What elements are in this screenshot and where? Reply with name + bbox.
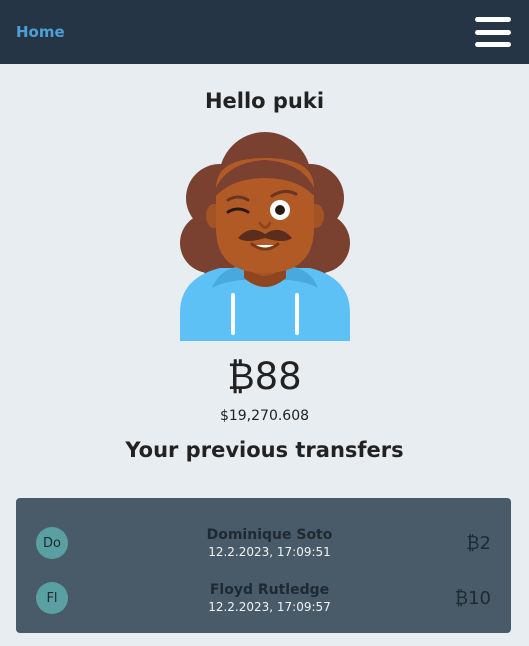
transfer-date: 12.2.2023, 17:09:51: [208, 545, 331, 559]
transfer-info: Dominique Soto 12.2.2023, 17:09:51: [88, 527, 451, 559]
transfer-contact-name: Dominique Soto: [206, 527, 333, 543]
hamburger-line: [475, 17, 511, 22]
user-avatar: [179, 132, 350, 341]
transfer-item[interactable]: Fl Floyd Rutledge 12.2.2023, 17:09:57 ₿1…: [36, 573, 491, 623]
transfer-date: 12.2.2023, 17:09:57: [208, 600, 331, 614]
transfers-list: Do Dominique Soto 12.2.2023, 17:09:51 ₿2…: [16, 498, 511, 633]
usd-balance: $19,270.608: [219, 407, 310, 424]
hamburger-line: [475, 42, 511, 47]
navbar: Home: [0, 0, 529, 64]
transfer-contact-name: Floyd Rutledge: [209, 582, 330, 598]
transfer-amount: ₿10: [454, 587, 491, 609]
transfers-title: Your previous transfers: [125, 437, 404, 462]
transfer-item[interactable]: Do Dominique Soto 12.2.2023, 17:09:51 ₿2: [36, 518, 491, 568]
greeting-heading: Hello puki: [204, 89, 325, 113]
home-link[interactable]: Home: [16, 23, 65, 41]
transfer-amount: ₿2: [466, 532, 491, 554]
btc-balance: ₿88: [227, 355, 302, 398]
hamburger-menu-icon[interactable]: [475, 17, 511, 47]
contact-initials-badge: Fl: [36, 582, 68, 614]
main-content: Hello puki ₿88 $19,270.608 Your previous…: [0, 64, 529, 462]
contact-initials-badge: Do: [36, 527, 68, 559]
transfer-info: Floyd Rutledge 12.2.2023, 17:09:57: [88, 582, 451, 614]
hamburger-line: [475, 29, 511, 35]
